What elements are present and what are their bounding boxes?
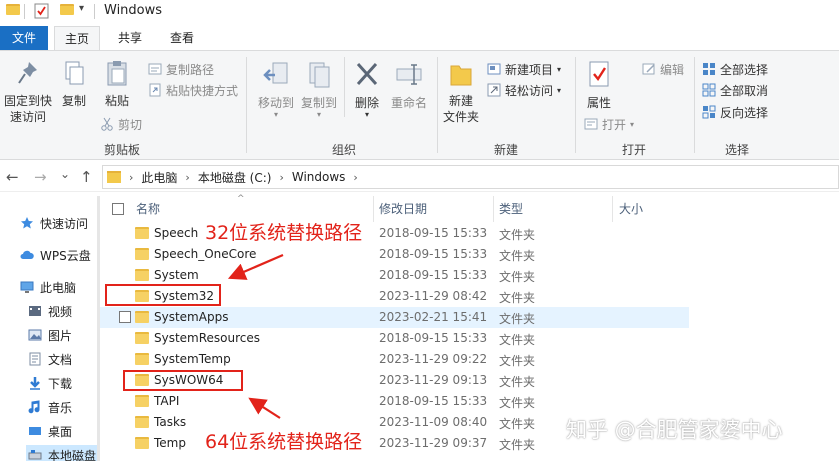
arrow-to-syswow64 — [248, 397, 281, 419]
annotation-arrows — [227, 253, 284, 419]
watermark: 知乎 @合肥管家婆中心 — [566, 418, 783, 442]
arrow-to-system32 — [227, 253, 284, 280]
